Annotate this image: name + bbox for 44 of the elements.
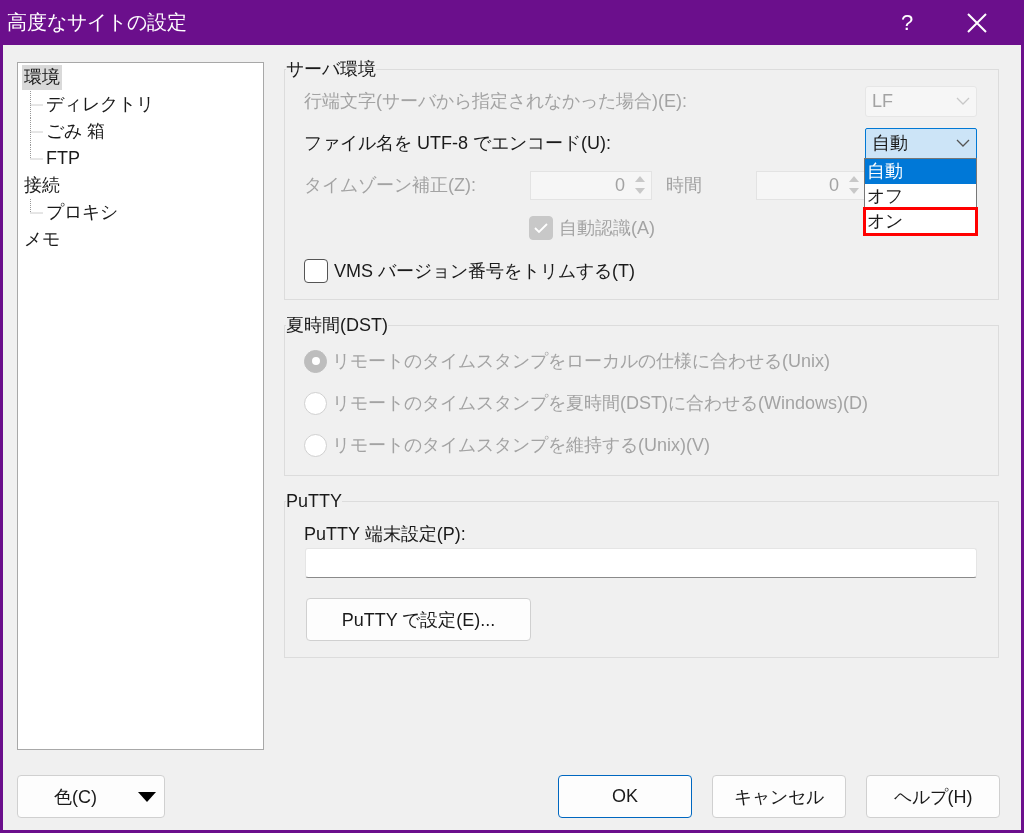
field-label: PuTTY 端末設定(P):: [304, 523, 467, 546]
dialog-button[interactable]: OK: [558, 775, 692, 818]
tree-item[interactable]: ディレクトリ: [44, 92, 156, 117]
tree-item[interactable]: FTP: [44, 146, 82, 171]
checkbox-label: 自動認識(A): [559, 217, 655, 240]
checkbox-label: VMS バージョン番号をトリムする(T): [334, 260, 635, 283]
chevron-down-icon: [956, 97, 970, 105]
tree-item[interactable]: 接続: [22, 173, 62, 198]
dropdown-option[interactable]: オン: [865, 208, 976, 234]
spin-down-icon: [634, 187, 646, 195]
spin-up-icon: [848, 175, 860, 183]
radio-label: リモートのタイムスタンプを維持する(Unix)(V): [332, 434, 710, 457]
dialog-button[interactable]: ヘルプ(H): [866, 775, 1000, 818]
chevron-down-icon: [956, 139, 970, 147]
help-button[interactable]: ?: [877, 0, 937, 45]
unit-label: 時間: [666, 174, 702, 197]
tree-item[interactable]: 環境: [22, 65, 62, 90]
tree-item[interactable]: ごみ 箱: [44, 119, 107, 144]
field-label: ファイル名を UTF-8 でエンコード(U):: [304, 132, 611, 155]
caret-down-icon: [138, 791, 156, 802]
group-title: PuTTY: [286, 490, 342, 512]
field-label: 行端文字(サーバから指定されなかった場合)(E):: [304, 90, 687, 113]
terminal-settings-field[interactable]: [305, 548, 977, 578]
trim-checkbox[interactable]: [304, 259, 328, 283]
window-title: 高度なサイトの設定: [7, 10, 188, 35]
color-button[interactable]: 色(C): [17, 775, 165, 818]
group-title: サーバ環境: [286, 58, 376, 80]
tree-connector: [30, 199, 43, 214]
field-label: タイムゾーン補正(Z):: [304, 174, 477, 197]
group-title: 夏時間(DST): [286, 314, 388, 336]
dialog-button[interactable]: キャンセル: [712, 775, 846, 818]
configure-button[interactable]: PuTTY で設定(E)...: [306, 598, 531, 641]
close-icon: [967, 12, 987, 33]
encoding-dropdown[interactable]: 自動: [865, 127, 977, 159]
spin-up-icon: [634, 175, 646, 183]
dropdown-option[interactable]: 自動: [865, 158, 976, 184]
dropdown-option[interactable]: オフ: [865, 183, 976, 209]
radio-label: リモートのタイムスタンプをローカルの仕様に合わせる(Unix): [332, 350, 830, 373]
checkmark-icon: [534, 222, 548, 234]
radio-label: リモートのタイムスタンプを夏時間(DST)に合わせる(Windows)(D): [332, 392, 868, 415]
spin-down-icon: [848, 187, 860, 195]
tree-connector: [30, 91, 43, 118]
tree-item[interactable]: プロキシ: [44, 200, 120, 225]
tree-item[interactable]: メモ: [22, 227, 62, 252]
